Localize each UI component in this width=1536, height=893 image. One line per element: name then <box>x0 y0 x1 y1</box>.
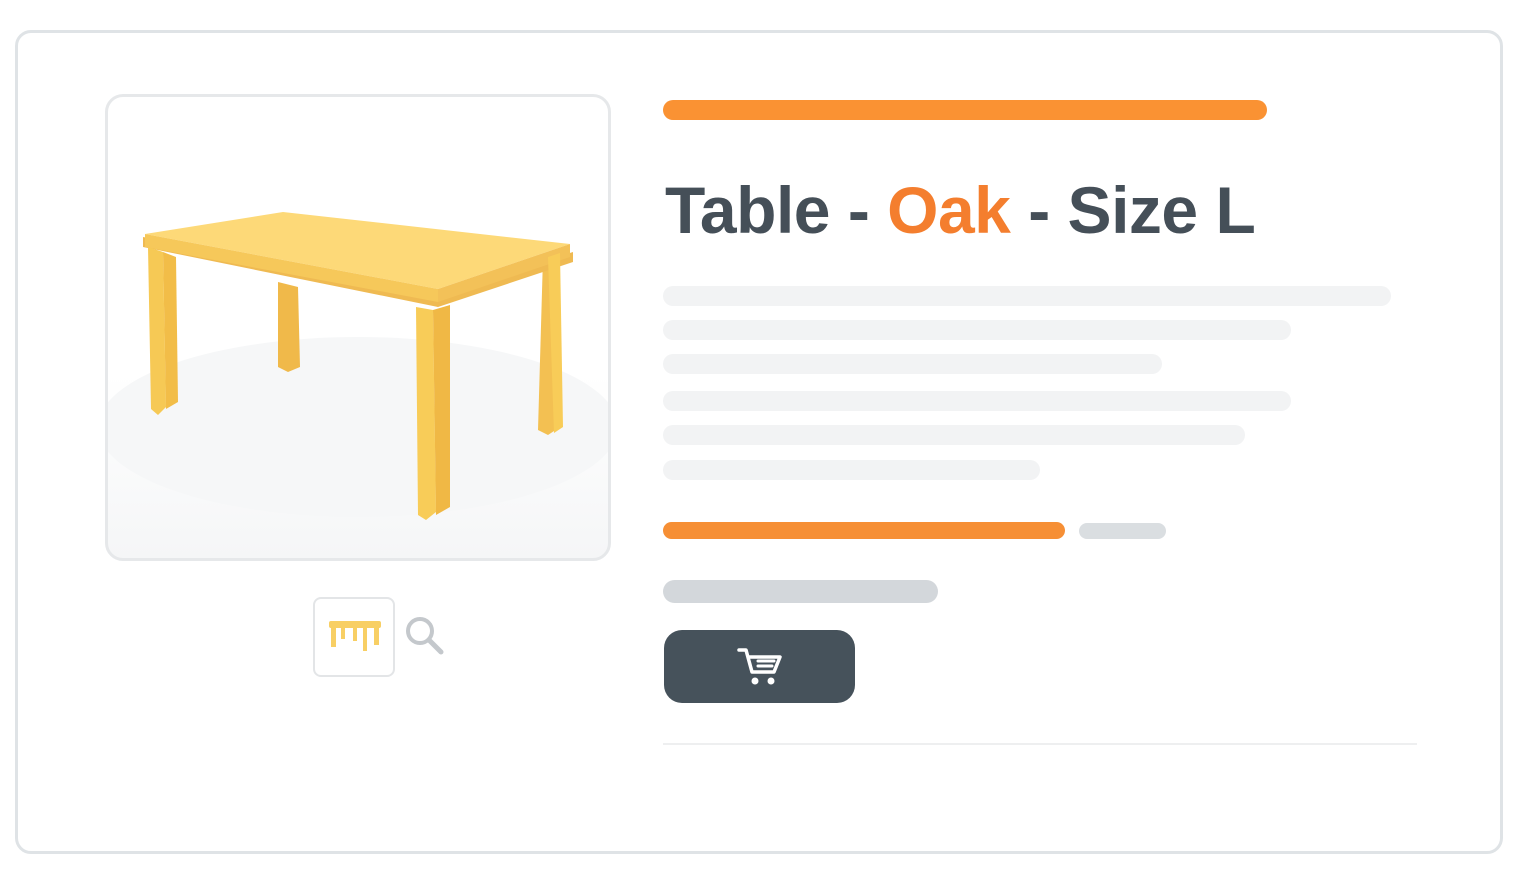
option-selector[interactable] <box>663 580 938 603</box>
add-to-cart-button[interactable] <box>664 630 855 703</box>
description-line <box>663 286 1391 306</box>
description-line <box>663 354 1162 374</box>
title-accent: Oak <box>887 173 1011 247</box>
magnifier-icon[interactable] <box>403 614 447 658</box>
product-title: Table - Oak - Size L <box>665 165 1256 255</box>
price-sub-placeholder <box>1079 523 1166 539</box>
table-thumbnail-icon <box>329 621 381 651</box>
title-after: - Size L <box>1010 173 1256 247</box>
table-image <box>108 212 608 520</box>
description-line <box>663 320 1291 340</box>
title-placeholder-bar <box>663 100 1267 120</box>
shopping-cart-icon <box>737 648 782 685</box>
description-line <box>663 460 1040 480</box>
divider <box>663 743 1417 745</box>
title-before: Table - <box>665 173 888 247</box>
product-image[interactable] <box>105 94 611 561</box>
description-line <box>663 425 1245 445</box>
thumbnail-table[interactable] <box>313 597 395 677</box>
price-placeholder-bar <box>663 522 1065 539</box>
description-line <box>663 391 1291 411</box>
